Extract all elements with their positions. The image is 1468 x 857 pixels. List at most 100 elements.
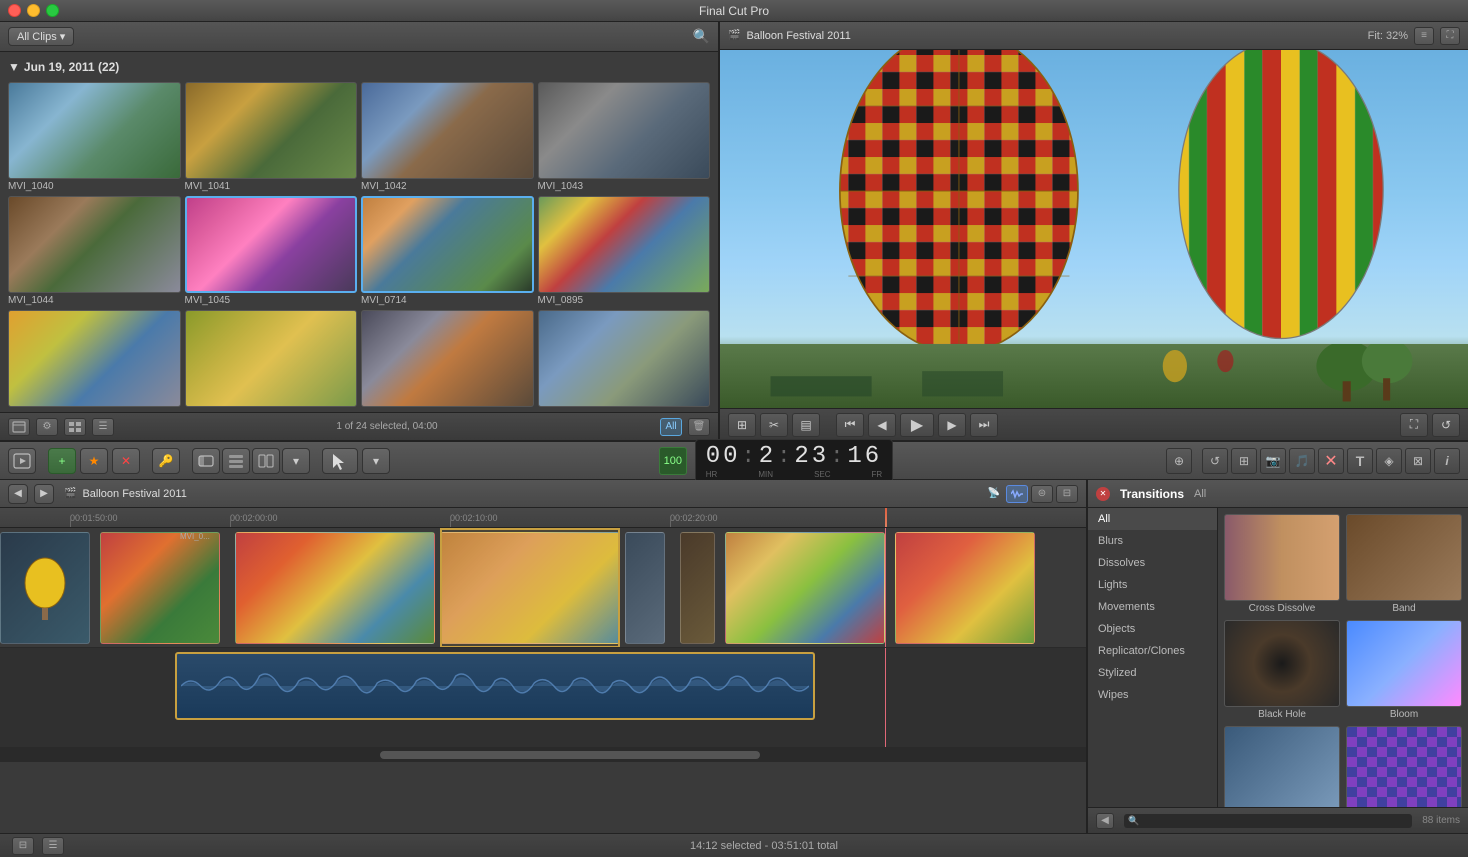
text-btn[interactable]: T	[1347, 448, 1373, 474]
transitions-category-movements[interactable]: Movements	[1088, 596, 1217, 618]
timeline-clip-1[interactable]	[0, 532, 90, 644]
clip-item-MVI_1044[interactable]: MVI_1044	[8, 196, 181, 306]
transitions-close-button[interactable]: ✕	[1096, 487, 1110, 501]
status-icon-right[interactable]: ☰	[42, 837, 64, 855]
search-icon[interactable]: 🔍	[693, 28, 710, 45]
clip-item-MVI_1043[interactable]: MVI_1043	[538, 82, 711, 192]
timeline-clip-4[interactable]	[440, 532, 620, 644]
step-back-button[interactable]: ⏮	[836, 413, 864, 437]
audio-video-btn[interactable]	[1006, 485, 1028, 503]
transitions-search-bar[interactable]: 🔍	[1124, 814, 1412, 828]
clip-menu-button[interactable]: ▤	[792, 413, 820, 437]
clip-item-row3c[interactable]	[361, 310, 534, 409]
clip-view-btn[interactable]	[192, 448, 220, 474]
camera-btn[interactable]: 📷	[1260, 448, 1286, 474]
trash-button[interactable]: 🗑	[688, 418, 710, 436]
transition-black-hole[interactable]: Black Hole	[1224, 620, 1340, 720]
clip-view-icon	[198, 454, 214, 468]
timeline-clip-8[interactable]	[895, 532, 1035, 644]
clip-item-MVI_0714[interactable]: MVI_0714	[361, 196, 534, 306]
transitions-category-lights[interactable]: Lights	[1088, 574, 1217, 596]
transitions-category-wipes[interactable]: Wipes	[1088, 684, 1217, 706]
clip-item-MVI_0895[interactable]: MVI_0895	[538, 196, 711, 306]
transitions-all-button[interactable]: All	[1194, 488, 1206, 500]
play-button[interactable]: ▶	[900, 413, 934, 437]
favorite-button[interactable]: ★	[80, 448, 108, 474]
audio-track	[0, 648, 1086, 748]
clip-item-row3d[interactable]	[538, 310, 711, 409]
next-frame-button[interactable]: ▶	[938, 413, 966, 437]
effects-btn[interactable]: ◈	[1376, 448, 1402, 474]
transitions-category-blurs[interactable]: Blurs	[1088, 530, 1217, 552]
clip-item-MVI_1045[interactable]: MVI_1045	[185, 196, 358, 306]
collapse-arrow-icon[interactable]: ▼	[8, 60, 20, 74]
undo-btn[interactable]: ↺	[1202, 448, 1228, 474]
transition-checker[interactable]: Checker	[1346, 726, 1462, 807]
timeline-clip-2[interactable]	[100, 532, 220, 644]
viewer-fullscreen-button[interactable]: ⛶	[1440, 27, 1460, 45]
dropdown-options-btn[interactable]: ▾	[282, 448, 310, 474]
info-btn[interactable]: i	[1434, 448, 1460, 474]
transition-thumb-band	[1346, 514, 1462, 601]
clip-item-MVI_1040[interactable]: MVI_1040	[8, 82, 181, 192]
fit-view-button[interactable]: ⊞	[728, 413, 756, 437]
minimize-button[interactable]	[27, 4, 40, 17]
clip-item-row3b[interactable]	[185, 310, 358, 409]
timeline-nav-back[interactable]: ◀	[8, 484, 28, 504]
viewer-zoom-button[interactable]: ≡	[1414, 27, 1434, 45]
tc-fr: 16	[847, 443, 882, 470]
trim-button[interactable]: ✂	[760, 413, 788, 437]
composite-btn[interactable]: ⊕	[1166, 448, 1192, 474]
clip-height-btn[interactable]: ⊜	[1031, 485, 1053, 503]
close-button[interactable]	[8, 4, 21, 17]
clip-item-MVI_1042[interactable]: MVI_1042	[361, 82, 534, 192]
grid-view-button[interactable]	[64, 418, 86, 436]
split-view-btn[interactable]	[252, 448, 280, 474]
clip-item-row3a[interactable]	[8, 310, 181, 409]
all-filter-active[interactable]: All	[660, 418, 682, 436]
clip-appearance-btn[interactable]: ⊞	[1231, 448, 1257, 474]
transition-cross-dissolve[interactable]: Cross Dissolve	[1224, 514, 1340, 614]
add-button[interactable]: +	[48, 448, 76, 474]
timeline-clip-6[interactable]	[680, 532, 715, 644]
all-clips-button[interactable]: All Clips ▾	[8, 27, 74, 46]
transition-btn[interactable]: ✕	[1318, 448, 1344, 474]
maximize-button[interactable]	[46, 4, 59, 17]
clip-thumbnail-row3a	[8, 310, 181, 407]
transitions-category-dissolves[interactable]: Dissolves	[1088, 552, 1217, 574]
prev-frame-button[interactable]: ◀	[868, 413, 896, 437]
keywords-button[interactable]: 🔑	[152, 448, 180, 474]
list-view-btn[interactable]	[222, 448, 250, 474]
import-media-button[interactable]	[8, 448, 36, 474]
list-view-button[interactable]: ☰	[92, 418, 114, 436]
timeline-clip-5[interactable]	[625, 532, 665, 644]
timeline-nav-forward[interactable]: ▶	[34, 484, 54, 504]
speed-btn[interactable]: ⊠	[1405, 448, 1431, 474]
transition-band[interactable]: Band	[1346, 514, 1462, 614]
transition-bloom[interactable]: Bloom	[1346, 620, 1462, 720]
audio-clip-block[interactable]	[175, 652, 815, 720]
settings-button[interactable]: ⚙	[36, 418, 58, 436]
step-forward-button[interactable]: ⏭	[970, 413, 998, 437]
tool-dropdown-btn[interactable]: ▾	[362, 448, 390, 474]
transitions-category-objects[interactable]: Objects	[1088, 618, 1217, 640]
timeline-clip-7[interactable]	[725, 532, 885, 644]
status-icon-left[interactable]: ⊟	[12, 837, 34, 855]
transitions-category-all[interactable]: All	[1088, 508, 1217, 530]
timeline-clip-3[interactable]	[235, 532, 435, 644]
transitions-category-replicator[interactable]: Replicator/Clones	[1088, 640, 1217, 662]
timeline-scrollbar[interactable]	[380, 751, 760, 759]
fullscreen-button[interactable]: ⛶	[1400, 413, 1428, 437]
timeline-settings-btn[interactable]: ⊟	[1056, 485, 1078, 503]
right-tools-group: ⊕ ↺ ⊞ 📷 🎵 ✕ T ◈ ⊠ i	[1166, 448, 1460, 474]
transition-center[interactable]: Center	[1224, 726, 1340, 807]
import-button[interactable]	[8, 418, 30, 436]
transitions-category-stylized[interactable]: Stylized	[1088, 662, 1217, 684]
reject-button[interactable]: ✕	[112, 448, 140, 474]
clip-thumbnail-MVI_1045	[185, 196, 358, 293]
refresh-button[interactable]: ↺	[1432, 413, 1460, 437]
clip-item-MVI_1041[interactable]: MVI_1041	[185, 82, 358, 192]
transitions-footer-nav-left[interactable]: ◀	[1096, 813, 1114, 829]
audio-btn[interactable]: 🎵	[1289, 448, 1315, 474]
select-tool-btn[interactable]	[322, 448, 358, 474]
